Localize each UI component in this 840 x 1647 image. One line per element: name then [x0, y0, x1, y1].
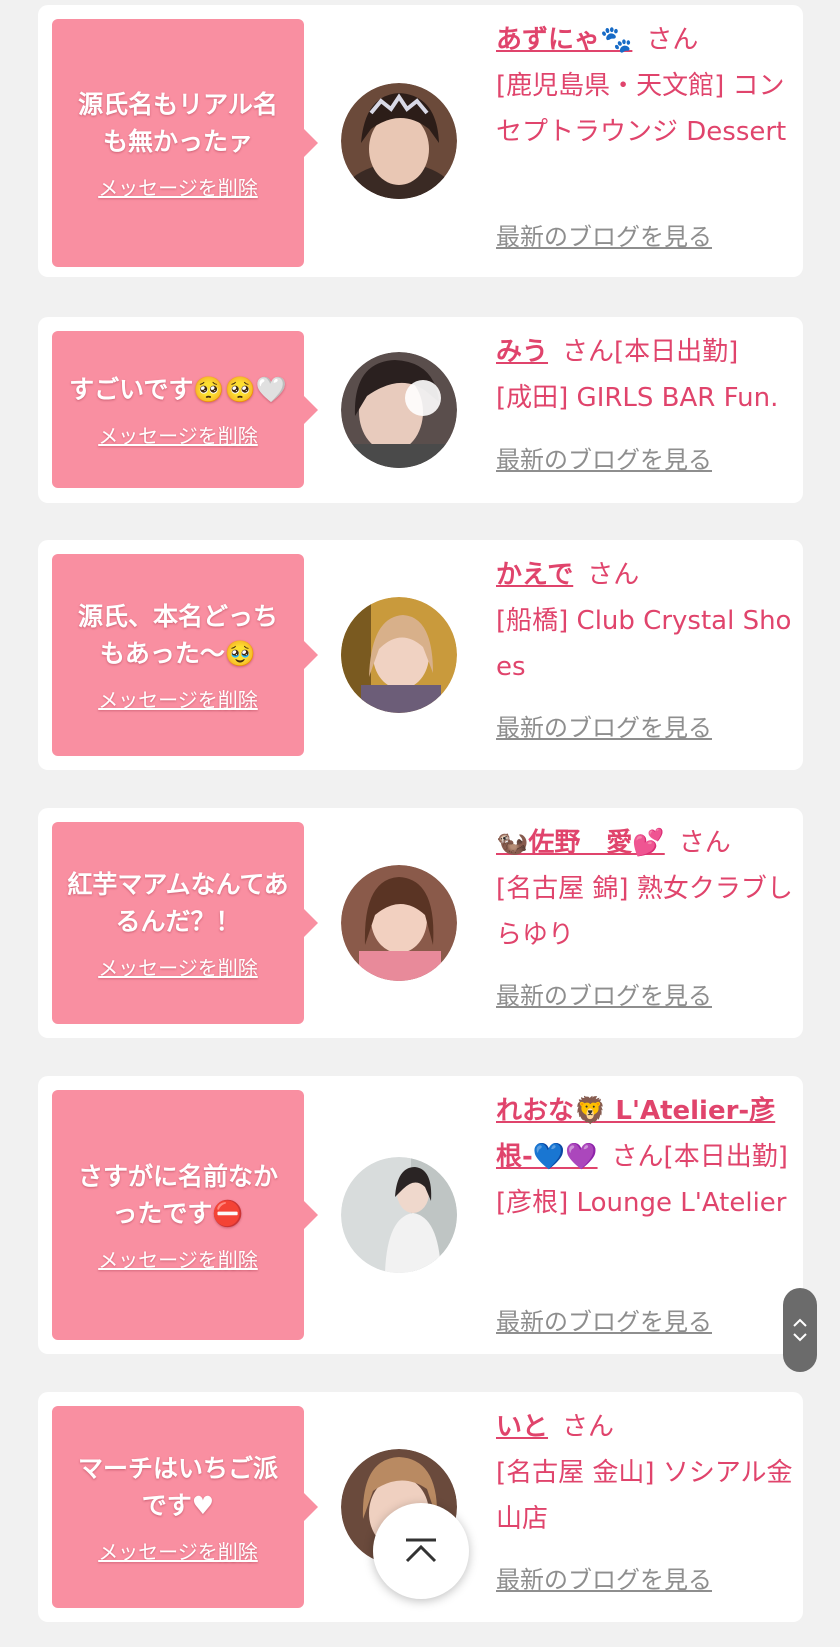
delete-message-link[interactable]: メッセージを削除	[98, 684, 258, 713]
delete-message-link[interactable]: メッセージを削除	[98, 420, 258, 449]
latest-blog-link[interactable]: 最新のブログを見る	[496, 1560, 712, 1595]
latest-blog-link[interactable]: 最新のブログを見る	[496, 440, 712, 475]
latest-blog-link[interactable]: 最新のブログを見る	[496, 708, 712, 743]
message-bubble: マーチはいちご派です♥ メッセージを削除	[52, 1406, 318, 1608]
delete-message-link[interactable]: メッセージを削除	[98, 952, 258, 981]
scroll-control[interactable]	[783, 1288, 817, 1372]
message-bubble: すごいです🥺🥺🤍 メッセージを削除	[52, 331, 318, 488]
name-suffix: さん	[646, 25, 699, 55]
avatar[interactable]	[341, 352, 457, 468]
message-text: マーチはいちご派です♥	[77, 1453, 278, 1520]
back-to-top-icon	[405, 1538, 437, 1563]
chevron-up-icon[interactable]	[792, 1318, 808, 1328]
cast-info: かえで さん [船橋] Club Crystal Shoes	[496, 552, 796, 690]
avatar[interactable]	[341, 865, 457, 981]
message-text: 紅芋マアムなんてあるんだ？！	[67, 869, 289, 936]
name-suffix: さん[本日出勤]	[611, 1142, 788, 1172]
message-text: 源氏、本名どっちもあった〜🥹	[77, 601, 278, 668]
cast-info: 🦦佐野 愛💕 さん [名古屋 錦] 熟女クラブしらゆり	[496, 820, 796, 958]
message-card: 紅芋マアムなんてあるんだ？！ メッセージを削除 🦦佐野 愛💕 さん [名古屋 錦]…	[38, 808, 803, 1038]
delete-message-link[interactable]: メッセージを削除	[98, 1244, 258, 1273]
message-card: 源氏、本名どっちもあった〜🥹 メッセージを削除 かえで さん [船橋] Club …	[38, 540, 803, 770]
name-suffix: さん[本日出勤]	[562, 337, 739, 367]
delete-message-link[interactable]: メッセージを削除	[98, 1536, 258, 1565]
message-text: すごいです🥺🥺🤍	[69, 374, 287, 404]
message-text: 源氏名もリアル名も無かったァ	[78, 89, 278, 156]
cast-name-link[interactable]: あずにゃ🐾	[496, 25, 632, 55]
name-suffix: さん	[678, 828, 731, 858]
name-suffix: さん	[587, 560, 640, 590]
message-card: すごいです🥺🥺🤍 メッセージを削除 みう さん[本日出勤] [成田] GIRLS …	[38, 317, 803, 503]
cast-info: あずにゃ🐾 さん [鹿児島県・天文館] コンセプトラウンジ Dessert	[496, 17, 796, 155]
shop-info: [名古屋 錦] 熟女クラブしらゆり	[496, 874, 793, 950]
avatar[interactable]	[341, 1157, 457, 1273]
cast-info: みう さん[本日出勤] [成田] GIRLS BAR Fun.	[496, 329, 796, 421]
message-card: さすがに名前なかったです⛔ メッセージを削除 れおな🦁 L'Atelier-彦根…	[38, 1076, 803, 1354]
avatar[interactable]	[341, 83, 457, 199]
message-list: 源氏名もリアル名も無かったァ メッセージを削除 あずにゃ🐾 さん [鹿児島県・天文…	[0, 0, 840, 1647]
message-card: 源氏名もリアル名も無かったァ メッセージを削除 あずにゃ🐾 さん [鹿児島県・天文…	[38, 5, 803, 277]
shop-info: [成田] GIRLS BAR Fun.	[496, 383, 779, 413]
latest-blog-link[interactable]: 最新のブログを見る	[496, 217, 712, 252]
cast-name-link[interactable]: みう	[496, 337, 548, 367]
delete-message-link[interactable]: メッセージを削除	[98, 172, 258, 201]
shop-info: [鹿児島県・天文館] コンセプトラウンジ Dessert	[496, 71, 787, 147]
message-text: さすがに名前なかったです⛔	[77, 1161, 278, 1228]
cast-name-link[interactable]: いと	[496, 1412, 548, 1442]
cast-name-link[interactable]: 🦦佐野 愛💕	[496, 828, 665, 858]
shop-info: [名古屋 金山] ソシアル金山店	[496, 1458, 793, 1534]
back-to-top-button[interactable]	[373, 1503, 469, 1599]
latest-blog-link[interactable]: 最新のブログを見る	[496, 976, 712, 1011]
name-suffix: さん	[562, 1412, 615, 1442]
message-bubble: 源氏、本名どっちもあった〜🥹 メッセージを削除	[52, 554, 318, 756]
cast-info: れおな🦁 L'Atelier-彦根-💙💜 さん[本日出勤] [彦根] Lounge…	[496, 1088, 796, 1226]
latest-blog-link[interactable]: 最新のブログを見る	[496, 1302, 712, 1337]
chevron-down-icon[interactable]	[792, 1332, 808, 1342]
cast-name-link[interactable]: かえで	[496, 560, 573, 590]
message-bubble: 紅芋マアムなんてあるんだ？！ メッセージを削除	[52, 822, 318, 1024]
shop-info: [船橋] Club Crystal Shoes	[496, 606, 792, 682]
cast-info: いと さん [名古屋 金山] ソシアル金山店	[496, 1404, 796, 1542]
avatar[interactable]	[341, 597, 457, 713]
message-bubble: さすがに名前なかったです⛔ メッセージを削除	[52, 1090, 318, 1340]
message-bubble: 源氏名もリアル名も無かったァ メッセージを削除	[52, 19, 318, 267]
shop-info: [彦根] Lounge L'Atelier	[496, 1188, 787, 1218]
